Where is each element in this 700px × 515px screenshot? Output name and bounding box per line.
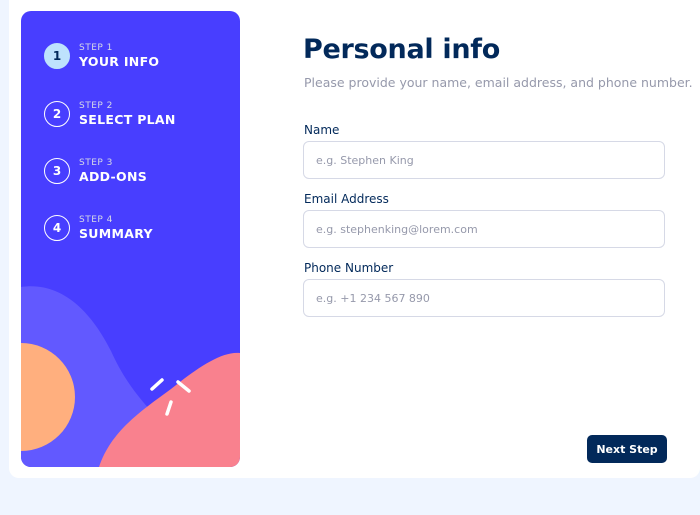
step-title: SUMMARY	[79, 226, 153, 241]
sidebar-step-1[interactable]: 1 STEP 1 YOUR INFO	[44, 43, 159, 69]
step-title: SELECT PLAN	[79, 112, 176, 127]
phone-label: Phone Number	[304, 261, 394, 275]
sparkle-stroke	[150, 378, 164, 391]
name-input[interactable]	[303, 141, 665, 179]
step-number-badge: 2	[44, 101, 70, 127]
step-label: STEP 3	[79, 158, 113, 168]
step-number-badge: 1	[44, 43, 70, 69]
step-label: STEP 4	[79, 215, 113, 225]
step-title: ADD-ONS	[79, 169, 148, 184]
name-label: Name	[304, 123, 340, 137]
page-title: Personal info	[303, 34, 501, 65]
step-label: STEP 1	[79, 43, 113, 53]
step-label: STEP 2	[79, 101, 113, 111]
email-input[interactable]	[303, 210, 665, 248]
step-number-badge: 4	[44, 215, 70, 241]
step-number-badge: 3	[44, 158, 70, 184]
sidebar-step-3[interactable]: 3 STEP 3 ADD-ONS	[44, 158, 147, 184]
sidebar-step-4[interactable]: 4 STEP 4 SUMMARY	[44, 215, 153, 241]
next-step-button[interactable]: Next Step	[587, 435, 667, 463]
sidebar-step-2[interactable]: 2 STEP 2 SELECT PLAN	[44, 101, 176, 127]
page-subtitle: Please provide your name, email address,…	[304, 75, 693, 90]
email-label: Email Address	[304, 192, 389, 206]
sidebar: 1 STEP 1 YOUR INFO 2 STEP 2 SELECT PLAN …	[21, 11, 240, 467]
phone-input[interactable]	[303, 279, 665, 317]
step-title: YOUR INFO	[79, 54, 160, 69]
